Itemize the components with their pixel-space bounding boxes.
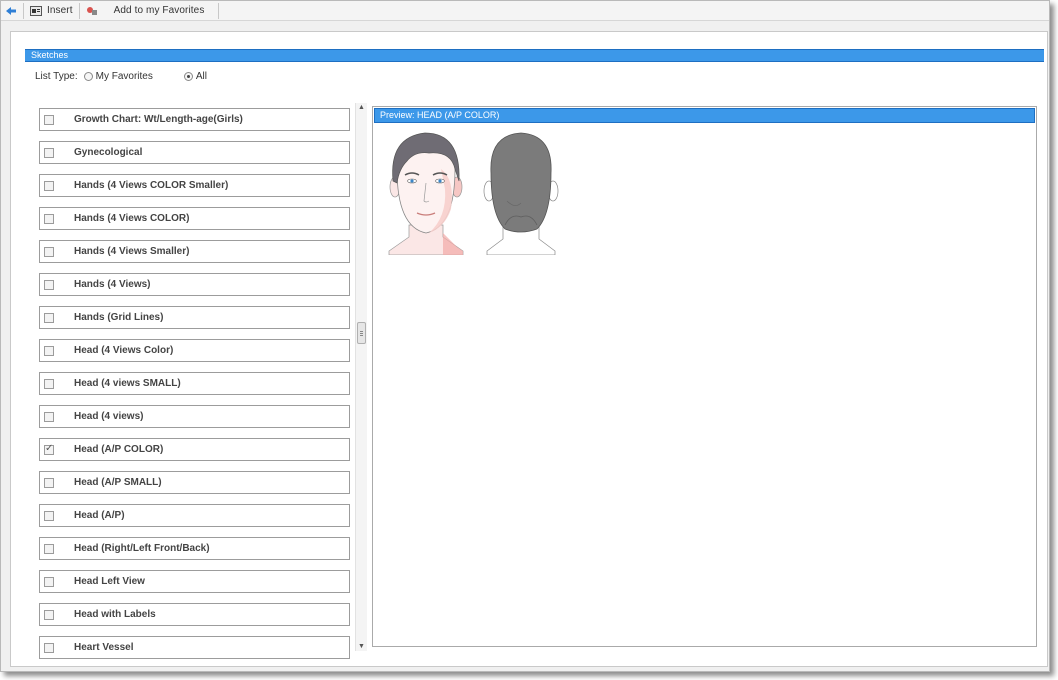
item-label: Head (4 Views Color)	[74, 345, 174, 356]
radio-button[interactable]	[83, 72, 93, 81]
list-item[interactable]: Growth Chart: Wt/Length-age(Girls)	[39, 108, 350, 131]
item-label: Head (A/P SMALL)	[74, 477, 162, 488]
list-item[interactable]: Head (Right/Left Front/Back)	[39, 537, 350, 560]
item-checkbox[interactable]	[44, 477, 54, 488]
list-item[interactable]: Heart Vessel	[39, 636, 350, 659]
item-label: Hands (4 Views Smaller)	[74, 246, 190, 257]
item-label: Hands (4 Views COLOR Smaller)	[74, 180, 229, 191]
item-checkbox[interactable]	[44, 114, 54, 125]
panel-title: Sketches	[25, 49, 1044, 62]
app-window: Insert Add to my Favorites Sketches List…	[0, 0, 1050, 672]
scroll-down-icon[interactable]: ▼	[358, 643, 365, 650]
list-item[interactable]: Head (A/P SMALL)	[39, 471, 350, 494]
sketch-list: Growth Chart: Wt/Length-age(Girls) Gyneco…	[36, 104, 378, 680]
list-item[interactable]: Head Left View	[39, 570, 350, 593]
radio-label: My Favorites	[95, 71, 153, 82]
item-checkbox[interactable]	[44, 510, 54, 521]
sketches-panel: Sketches List Type: My Favorites All Gro…	[10, 31, 1048, 667]
item-label: Hands (4 Views)	[74, 279, 151, 290]
list-item[interactable]: Hands (4 Views)	[39, 273, 350, 296]
list-item[interactable]: Hands (4 Views COLOR Smaller)	[39, 174, 350, 197]
toolbar: Insert Add to my Favorites	[1, 1, 1049, 21]
item-checkbox[interactable]	[44, 443, 54, 455]
item-label: Head (4 views SMALL)	[74, 378, 181, 389]
list-item[interactable]: Head (4 Views Color)	[39, 339, 350, 362]
head-back-image	[481, 129, 561, 258]
item-label: Gynecological	[74, 147, 143, 158]
insert-label: Insert	[47, 5, 73, 16]
scroll-up-icon[interactable]: ▲	[358, 104, 365, 111]
item-checkbox[interactable]	[44, 378, 54, 389]
list-item[interactable]: Hands (4 Views Smaller)	[39, 240, 350, 263]
item-checkbox[interactable]	[44, 312, 54, 323]
toolbar-separator	[23, 2, 24, 19]
radio-my-favorites[interactable]: My Favorites	[78, 71, 153, 82]
item-checkbox[interactable]	[44, 609, 54, 620]
head-front-image	[385, 129, 465, 258]
item-label: Head (A/P COLOR)	[74, 444, 164, 455]
item-checkbox[interactable]	[44, 279, 54, 290]
item-checkbox[interactable]	[44, 147, 54, 158]
list-type-group: List Type: My Favorites All	[35, 71, 224, 82]
list-item[interactable]: Head (4 views)	[39, 405, 350, 428]
item-label: Head (Right/Left Front/Back)	[74, 543, 210, 554]
toolbar-separator	[78, 2, 80, 19]
item-checkbox[interactable]	[44, 180, 54, 191]
list-item[interactable]: Head (A/P COLOR)	[39, 438, 350, 461]
radio-button[interactable]	[183, 72, 193, 81]
toolbar-separator	[218, 2, 220, 19]
item-checkbox[interactable]	[44, 576, 54, 587]
item-label: Head Left View	[74, 576, 145, 587]
radio-all[interactable]: All	[178, 71, 207, 82]
list-item[interactable]: Hands (Grid Lines)	[39, 306, 350, 329]
back-arrow-icon	[5, 6, 17, 16]
item-checkbox[interactable]	[44, 411, 54, 422]
list-item[interactable]: Hands (4 Views COLOR)	[39, 207, 350, 230]
item-label: Heart Vessel	[74, 642, 134, 653]
grip-line	[360, 331, 363, 332]
favorites-label: Add to my Favorites	[113, 5, 205, 16]
item-checkbox[interactable]	[44, 213, 54, 224]
preview-title: Preview: HEAD (A/P COLOR)	[374, 108, 1035, 123]
grip-line	[360, 335, 363, 336]
back-button[interactable]	[1, 2, 21, 20]
list-type-label: List Type:	[35, 71, 78, 82]
insert-button[interactable]: Insert	[26, 2, 77, 20]
item-label: Head with Labels	[74, 609, 156, 620]
item-label: Hands (Grid Lines)	[74, 312, 164, 323]
list-item[interactable]: Gynecological	[39, 141, 350, 164]
item-checkbox[interactable]	[44, 642, 54, 653]
favorites-icon	[86, 6, 98, 16]
list-item[interactable]: Head (A/P)	[39, 504, 350, 527]
item-checkbox[interactable]	[44, 246, 54, 257]
list-item[interactable]: Head with Labels	[39, 603, 350, 626]
grip-line	[360, 333, 363, 334]
item-checkbox[interactable]	[44, 543, 54, 554]
item-label: Growth Chart: Wt/Length-age(Girls)	[74, 114, 243, 125]
item-label: Head (A/P)	[74, 510, 125, 521]
scrollbar-thumb[interactable]	[357, 322, 366, 344]
item-label: Head (4 views)	[74, 411, 144, 422]
item-checkbox[interactable]	[44, 345, 54, 356]
list-item[interactable]: Head (4 views SMALL)	[39, 372, 350, 395]
radio-label: All	[195, 71, 207, 82]
preview-panel: Preview: HEAD (A/P COLOR)	[372, 106, 1037, 647]
list-scrollbar[interactable]: ▲ ▼	[355, 103, 367, 651]
insert-icon	[30, 5, 42, 16]
add-to-favorites-button[interactable]: Add to my Favorites	[82, 2, 209, 20]
item-label: Hands (4 Views COLOR)	[74, 213, 190, 224]
